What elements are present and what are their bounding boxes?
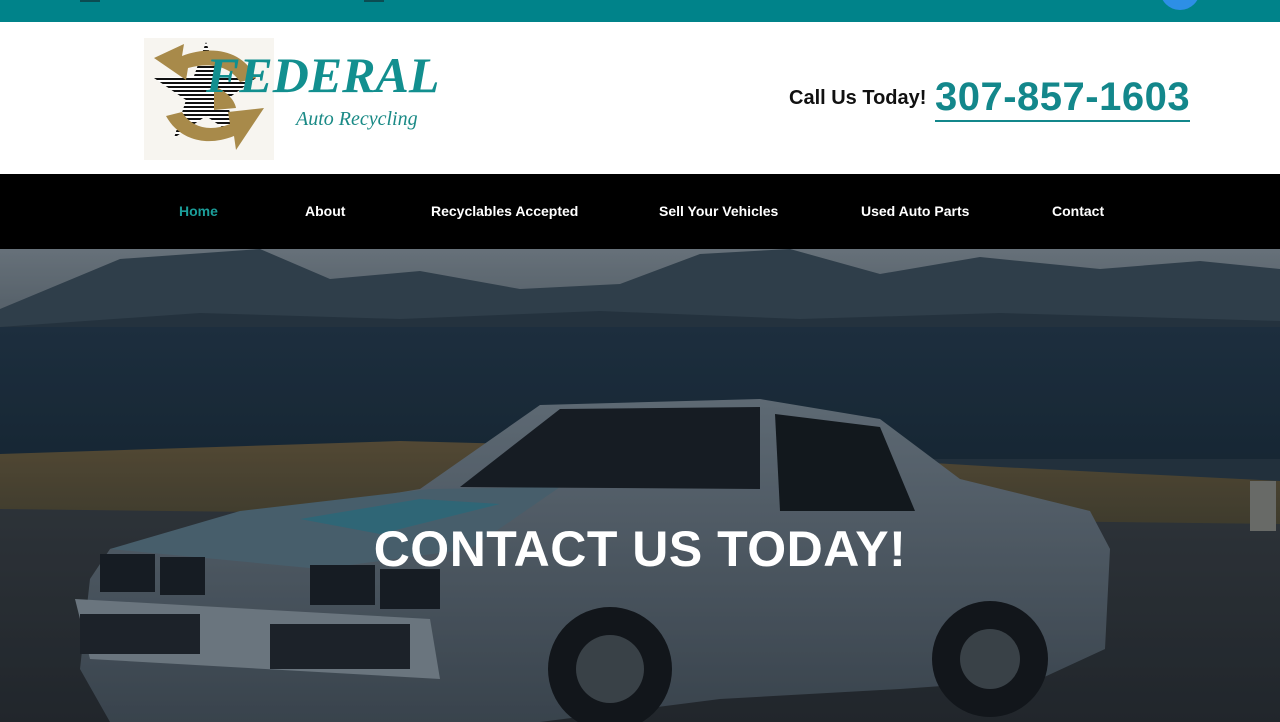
menu-icon[interactable] — [80, 0, 100, 2]
social-icon[interactable] — [1160, 0, 1200, 10]
phone-link[interactable]: 307-857-1603 — [935, 74, 1191, 122]
menu-icon[interactable] — [364, 0, 384, 2]
site-logo[interactable]: FEDERAL Auto Recycling — [144, 38, 439, 160]
site-header: FEDERAL Auto Recycling Call Us Today! 30… — [0, 22, 1280, 174]
nav-item-sell-your-vehicles[interactable]: Sell Your Vehicles — [659, 203, 778, 219]
call-us-label: Call Us Today! — [789, 87, 927, 109]
hero-title: CONTACT US TODAY! — [373, 521, 907, 577]
logo-tagline: Auto Recycling — [296, 108, 418, 130]
nav-item-contact[interactable]: Contact — [1052, 203, 1104, 219]
nav-item-recyclables-accepted[interactable]: Recyclables Accepted — [431, 203, 578, 219]
nav-item-about[interactable]: About — [305, 203, 345, 219]
logo-wordmark: FEDERAL — [206, 47, 440, 103]
hero-banner: CONTACT US TODAY! — [0, 249, 1280, 722]
main-nav: Home About Recyclables Accepted Sell You… — [0, 174, 1280, 249]
top-bar — [0, 0, 1280, 22]
nav-item-used-auto-parts[interactable]: Used Auto Parts — [861, 203, 969, 219]
hero-car-image — [0, 249, 1280, 722]
nav-item-home[interactable]: Home — [179, 203, 218, 219]
